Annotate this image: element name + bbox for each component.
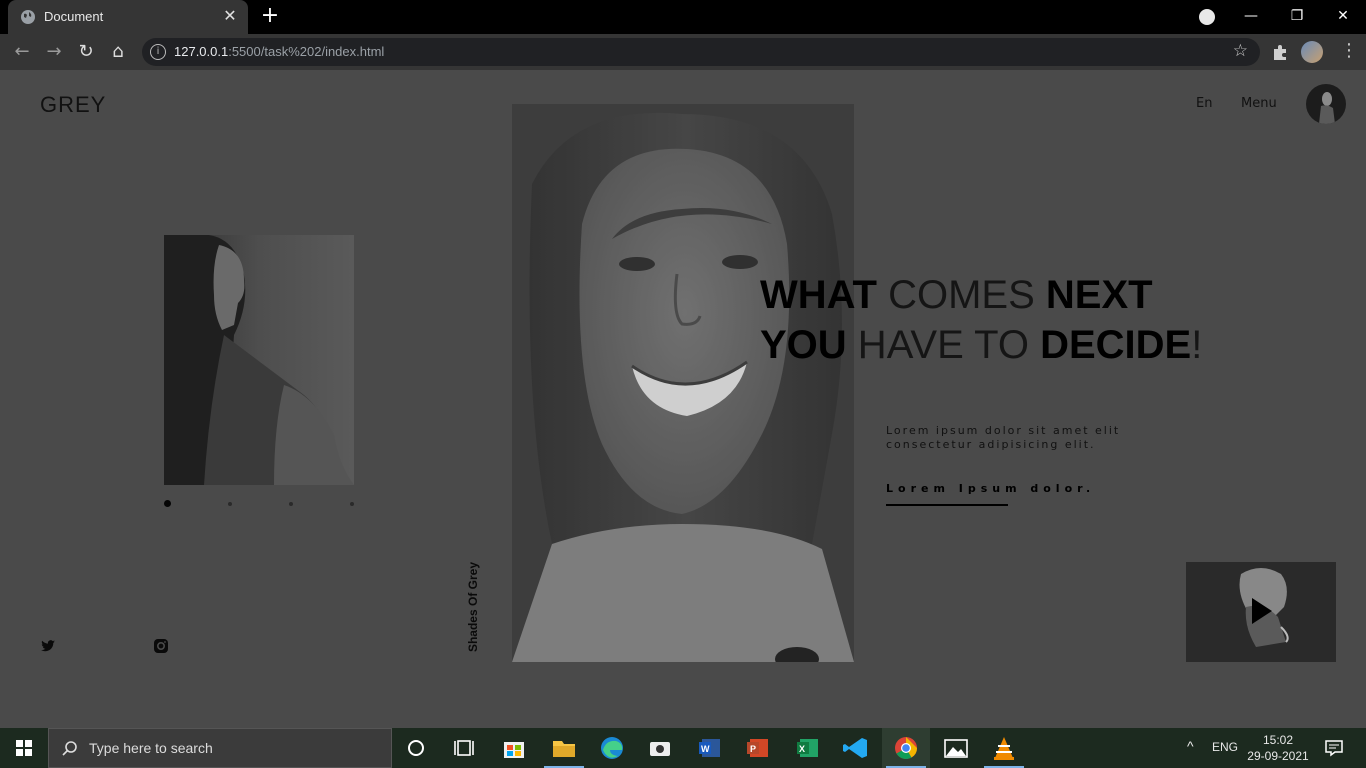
headline-word: NEXT — [1045, 273, 1153, 317]
search-icon — [62, 741, 77, 756]
cta-underline — [886, 504, 1008, 506]
address-bar[interactable]: i 127.0.0.1:5500/task%202/index.html ☆ — [142, 38, 1260, 66]
slider-dots — [164, 500, 356, 508]
home-icon[interactable]: ⌂ — [106, 40, 130, 64]
svg-text:P: P — [750, 744, 756, 754]
cortana-icon[interactable] — [392, 728, 440, 768]
word-icon[interactable]: W — [686, 728, 734, 768]
windows-taskbar: Type here to search W P X ^ ENG 15:02 29… — [0, 728, 1366, 768]
back-icon[interactable]: ← — [10, 40, 34, 64]
star-icon[interactable]: ☆ — [1233, 41, 1248, 61]
tab-title: Document — [44, 9, 104, 24]
site-logo[interactable]: GREY — [40, 92, 106, 118]
slider-photo — [164, 235, 354, 485]
store-icon[interactable] — [490, 728, 538, 768]
notifications-icon[interactable] — [1324, 738, 1344, 758]
clock-time: 15:02 — [1262, 733, 1294, 747]
url-text: 127.0.0.1:5500/task%202/index.html — [174, 44, 384, 59]
slider-dot[interactable] — [289, 502, 293, 506]
svg-text:W: W — [701, 744, 710, 754]
avatar[interactable] — [1306, 84, 1346, 124]
browser-tab[interactable]: Document ✕ — [8, 0, 248, 34]
window-close-button[interactable]: ✕ — [1320, 0, 1366, 34]
page-content: GREY En Menu Shades Of Grey WHAT COMES N… — [0, 70, 1366, 728]
edge-icon[interactable] — [588, 728, 636, 768]
file-explorer-icon[interactable] — [540, 728, 588, 768]
headline-word: YOU — [760, 323, 847, 367]
vscode-icon[interactable] — [832, 728, 880, 768]
reload-icon[interactable]: ↻ — [74, 40, 98, 64]
twitter-icon[interactable] — [40, 638, 56, 654]
forward-icon[interactable]: → — [42, 40, 66, 64]
cta-link[interactable]: Lorem Ipsum dolor. — [886, 482, 1095, 495]
search-placeholder: Type here to search — [89, 740, 213, 756]
slider-dot[interactable] — [228, 502, 232, 506]
vertical-caption: Shades Of Grey — [466, 561, 480, 653]
profile-avatar[interactable] — [1301, 41, 1323, 63]
chrome-taskbar-button[interactable] — [882, 728, 930, 768]
browser-toolbar: ← → ↻ ⌂ i 127.0.0.1:5500/task%202/index.… — [0, 34, 1366, 70]
kebab-icon[interactable]: ⋮ — [1340, 40, 1358, 61]
hero-photo — [512, 104, 854, 662]
tray-chevron-icon[interactable]: ^ — [1187, 738, 1194, 754]
url-path: :5500/task%202/index.html — [228, 44, 385, 59]
windows-start-icon[interactable] — [0, 728, 48, 768]
slider-dot[interactable] — [164, 500, 171, 507]
headline-word: ! — [1191, 323, 1203, 367]
headline-word: HAVE TO — [846, 323, 1041, 367]
system-clock[interactable]: 15:02 29-09-2021 — [1240, 732, 1316, 764]
photos-icon[interactable] — [932, 728, 980, 768]
headline-line-2: YOU HAVE TO DECIDE! — [760, 320, 1202, 370]
taskbar-search[interactable]: Type here to search — [48, 728, 392, 768]
language-link[interactable]: En — [1196, 96, 1212, 111]
url-host: 127.0.0.1 — [174, 44, 229, 59]
instagram-icon[interactable] — [153, 638, 169, 654]
menu-link[interactable]: Menu — [1241, 96, 1277, 111]
excel-icon[interactable]: X — [784, 728, 832, 768]
headline-word: DECIDE — [1040, 323, 1192, 367]
new-tab-button[interactable]: + — [258, 4, 282, 28]
restore-button[interactable]: ❐ — [1274, 0, 1320, 34]
svg-text:X: X — [799, 744, 805, 754]
powerpoint-icon[interactable]: P — [734, 728, 782, 768]
tab-close-icon[interactable]: ✕ — [220, 6, 240, 26]
video-thumbnail[interactable] — [1186, 562, 1336, 662]
clock-date: 29-09-2021 — [1247, 749, 1309, 763]
hero-description: Lorem ipsum dolor sit amet elit consecte… — [886, 424, 1121, 451]
tab-search-icon[interactable] — [1199, 9, 1215, 25]
minimize-button[interactable]: — — [1228, 0, 1274, 34]
headline-word: COMES — [877, 273, 1046, 317]
headline-word: WHAT — [760, 273, 877, 317]
headline: WHAT COMES NEXT YOU HAVE TO DECIDE! — [760, 270, 1202, 370]
task-view-icon[interactable] — [440, 728, 488, 768]
play-icon[interactable] — [1252, 598, 1272, 624]
slider-dot[interactable] — [350, 502, 354, 506]
avatar-portrait — [1319, 92, 1335, 124]
browser-tab-strip: Document ✕ + — ❐ ✕ — [0, 0, 1366, 34]
info-icon[interactable]: i — [150, 44, 166, 60]
puzzle-icon[interactable] — [1270, 42, 1290, 62]
globe-icon — [21, 10, 35, 24]
chrome-icon — [895, 737, 917, 759]
vlc-icon[interactable] — [980, 728, 1028, 768]
language-indicator[interactable]: ENG — [1212, 740, 1238, 754]
camera-icon[interactable] — [636, 728, 684, 768]
headline-line-1: WHAT COMES NEXT — [760, 270, 1202, 320]
